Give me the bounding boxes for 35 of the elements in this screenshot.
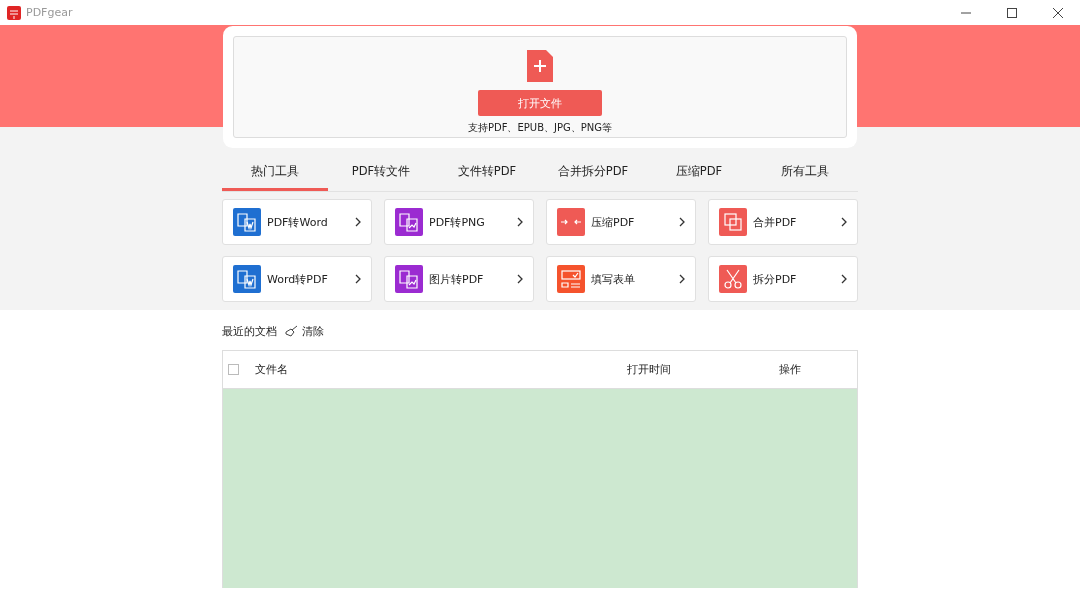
app-logo-icon	[7, 5, 21, 20]
column-header: 文件名	[255, 362, 289, 377]
tool-card[interactable]: PDF转PNG	[384, 199, 534, 245]
tool-card[interactable]: 拆分PDF	[708, 256, 858, 302]
chevron-right-icon	[517, 217, 523, 227]
chevron-right-icon	[679, 217, 685, 227]
tab[interactable]: 文件转PDF	[434, 156, 540, 191]
chevron-right-icon	[841, 217, 847, 227]
tool-card[interactable]: 压缩PDF	[546, 199, 696, 245]
supported-formats-text: 支持PDF、EPUB、JPG、PNG等	[468, 121, 612, 135]
chevron-right-icon	[841, 274, 847, 284]
broom-icon	[285, 325, 298, 337]
tab[interactable]: 压缩PDF	[646, 156, 752, 191]
close-icon[interactable]	[1052, 6, 1064, 19]
tool-card[interactable]: 填写表单	[546, 256, 696, 302]
recent-documents-label: 最近的文档	[222, 323, 277, 339]
window-title: PDFgear	[26, 6, 73, 19]
tab[interactable]: 合并拆分PDF	[540, 156, 646, 191]
clear-button[interactable]: 清除	[285, 323, 324, 339]
tool-card[interactable]: 合并PDF	[708, 199, 858, 245]
column-header: 打开时间	[627, 362, 672, 377]
tool-card[interactable]: 图片转PDF	[384, 256, 534, 302]
tool-card[interactable]: Word转PDF	[222, 256, 372, 302]
chevron-right-icon	[679, 274, 685, 284]
chevron-right-icon	[355, 217, 361, 227]
chevron-right-icon	[355, 274, 361, 284]
tool-card[interactable]: PDF转Word	[222, 199, 372, 245]
column-header: 操作	[779, 362, 801, 377]
select-all-checkbox[interactable]	[228, 364, 239, 375]
add-file-icon	[527, 50, 553, 82]
maximize-icon[interactable]	[1006, 6, 1018, 19]
tab[interactable]: 热门工具	[222, 156, 328, 191]
tab[interactable]: PDF转文件	[328, 156, 434, 191]
chevron-right-icon	[517, 274, 523, 284]
tab[interactable]: 所有工具	[752, 156, 858, 191]
